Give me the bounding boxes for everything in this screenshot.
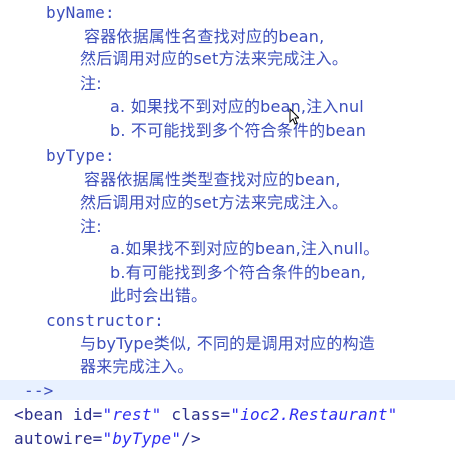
value-autowire: "byType" <box>102 429 182 448</box>
bytype-desc-1: 容器依据属性类型查找对应的bean, <box>84 170 341 189</box>
byname-desc-1: 容器依据属性名查找对应的bean, <box>84 27 325 46</box>
bytype-note-b1: b.有可能找到多个符合条件的bean, <box>110 263 367 282</box>
byname-note: 注: <box>80 74 102 93</box>
byname-desc-2: 然后调用对应的set方法来完成注入。 <box>80 49 349 68</box>
constructor-desc-1: 与byType类似, 不同的是调用对应的构造 <box>80 334 375 353</box>
current-line-highlight <box>0 380 455 400</box>
tag-close: /> <box>181 429 201 448</box>
attr-autowire: autowire= <box>14 429 103 448</box>
bytype-note: 注: <box>80 217 102 236</box>
attr-id: id= <box>73 405 103 424</box>
byname-heading: byName: <box>46 3 115 22</box>
byname-note-b: b. 不可能找到多个符合条件的bean <box>110 121 367 140</box>
bytype-desc-2: 然后调用对应的set方法来完成注入。 <box>80 193 349 212</box>
bytype-heading: byType: <box>46 146 115 165</box>
byname-note-a: a. 如果找不到对应的bean,注入nul <box>110 97 364 116</box>
code-editor[interactable]: byName: 容器依据属性名查找对应的bean, 然后调用对应的set方法来完… <box>0 0 455 457</box>
comment-end: --> <box>24 381 54 400</box>
attr-class: class= <box>171 405 231 424</box>
constructor-heading: constructor: <box>46 311 164 330</box>
autowire-line: autowire="byType"/> <box>14 428 201 450</box>
bytype-note-b2: 此时会出错。 <box>110 286 208 305</box>
bytype-note-a: a.如果找不到对应的bean,注入null。 <box>110 239 380 258</box>
value-class: "ioc2.Restaurant" <box>230 405 398 424</box>
value-id: "rest" <box>102 405 162 424</box>
constructor-desc-2: 器来完成注入。 <box>80 357 194 376</box>
mouse-cursor-icon <box>289 108 299 125</box>
bean-open-tag: <bean <box>14 405 64 424</box>
bean-tag-line: <bean id="rest" class="ioc2.Restaurant" <box>14 404 398 426</box>
